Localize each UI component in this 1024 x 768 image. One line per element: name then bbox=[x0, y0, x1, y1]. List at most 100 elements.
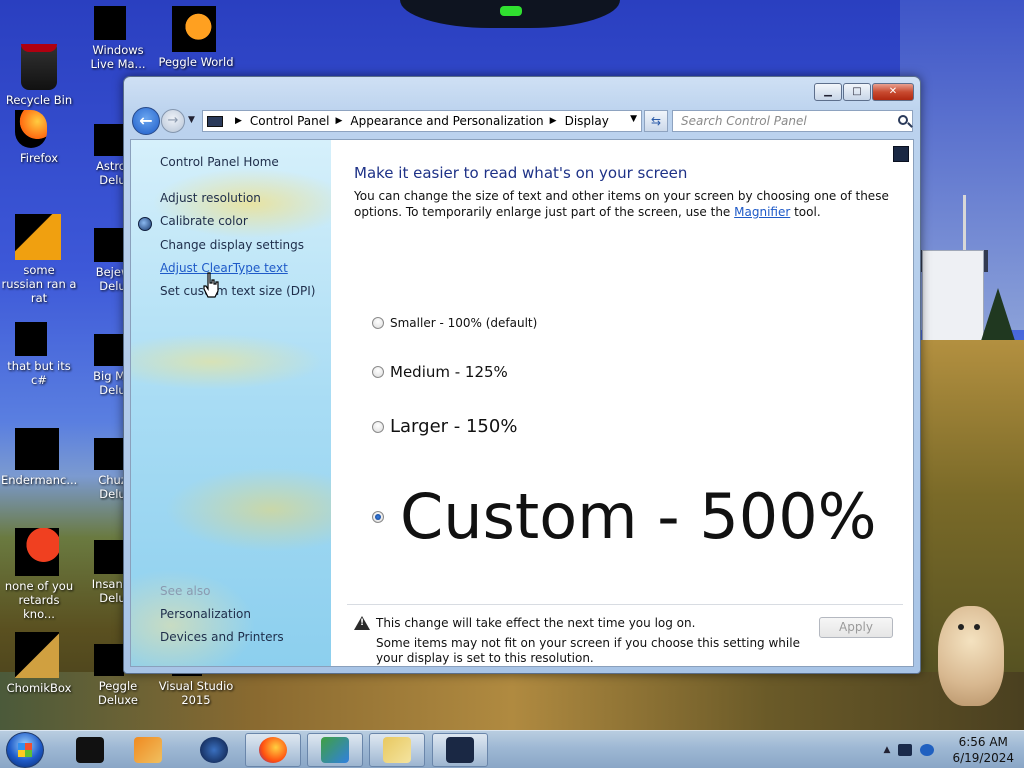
forward-button[interactable]: → bbox=[161, 109, 185, 133]
custom-radio[interactable] bbox=[372, 511, 384, 523]
maximize-button[interactable]: □ bbox=[843, 83, 871, 101]
taskbar-item-users[interactable] bbox=[307, 733, 363, 767]
desktop-icon-windows-live[interactable]: Windows Live Ma... bbox=[80, 6, 156, 71]
breadcrumb-separator-icon[interactable]: ▶ bbox=[336, 116, 343, 126]
windows-live-icon bbox=[94, 6, 126, 40]
globe-icon bbox=[200, 737, 228, 763]
calibrate-color-link[interactable]: Calibrate color bbox=[160, 214, 248, 228]
start-button[interactable] bbox=[6, 732, 44, 768]
firefox-icon bbox=[259, 737, 287, 763]
taskbar-item-firefox[interactable] bbox=[245, 733, 301, 767]
display-tray-icon[interactable] bbox=[898, 744, 913, 756]
clock[interactable]: 6:56 AM 6/19/2024 bbox=[952, 734, 1014, 766]
help-icon[interactable] bbox=[893, 146, 909, 162]
recycle-bin-icon bbox=[21, 44, 57, 90]
close-button[interactable]: ✕ bbox=[872, 83, 914, 101]
media-player-icon bbox=[134, 737, 162, 763]
taskbar-item-control-panel[interactable] bbox=[432, 733, 488, 767]
address-bar[interactable]: ▶ Control Panel ▶ Appearance and Persona… bbox=[202, 110, 642, 132]
minimize-button[interactable]: ▁ bbox=[814, 83, 842, 101]
desktop-icon-endermanc[interactable]: Endermanc... bbox=[1, 428, 77, 487]
breadcrumb-appearance[interactable]: Appearance and Personalization bbox=[350, 114, 543, 128]
larger-radio[interactable] bbox=[372, 420, 384, 433]
taskbar-item-app1[interactable] bbox=[62, 733, 118, 767]
task-pane: Control Panel Home Adjust resolution Cal… bbox=[131, 140, 331, 666]
game-icon bbox=[94, 438, 124, 470]
desktop-icon-label: Endermanc... bbox=[1, 473, 78, 487]
breadcrumb-separator-icon[interactable]: ▶ bbox=[550, 116, 557, 126]
breadcrumb-separator-icon[interactable]: ▶ bbox=[235, 116, 242, 126]
taskbar-item-explorer[interactable] bbox=[369, 733, 425, 767]
desktop-icon-label: Windows Live Ma... bbox=[90, 43, 146, 71]
desktop-icon-label: none of you retards kno... bbox=[4, 579, 74, 621]
desktop-icon-firefox[interactable]: Firefox bbox=[1, 110, 77, 165]
address-dropdown-chevron-down-icon[interactable]: ▼ bbox=[630, 114, 637, 124]
app-icon bbox=[76, 737, 104, 763]
desktop-icon-label: Firefox bbox=[19, 151, 59, 165]
desktop-icon-chomikbox[interactable]: ChomikBox bbox=[1, 632, 77, 695]
back-button[interactable]: ← bbox=[132, 107, 160, 135]
taskbar-item-globe[interactable] bbox=[186, 733, 242, 767]
desktop-icon-recycle-bin[interactable]: Recycle Bin bbox=[1, 6, 77, 107]
adjust-resolution-link[interactable]: Adjust resolution bbox=[160, 191, 261, 205]
resolution-note: Some items may not fit on your screen if… bbox=[376, 636, 800, 665]
adjust-cleartype-text-link[interactable]: Adjust ClearType text bbox=[160, 261, 288, 275]
search-input[interactable]: Search Control Panel bbox=[672, 110, 913, 132]
option-larger[interactable]: Larger - 150% bbox=[372, 416, 517, 437]
control-panel-home-link[interactable]: Control Panel Home bbox=[160, 155, 279, 169]
app-icon bbox=[15, 528, 59, 576]
smaller-radio[interactable] bbox=[372, 317, 384, 329]
shortcut-icon bbox=[15, 322, 47, 356]
option-label: Larger - 150% bbox=[390, 416, 518, 437]
breadcrumb-control-panel[interactable]: Control Panel bbox=[250, 114, 330, 128]
main-pane: Make it easier to read what's on your sc… bbox=[331, 140, 913, 666]
personalization-link[interactable]: Personalization bbox=[160, 607, 251, 621]
taskbar-item-media-player[interactable] bbox=[120, 733, 176, 767]
see-also-heading: See also bbox=[160, 584, 211, 598]
calibrate-color-icon bbox=[138, 217, 152, 231]
page-title: Make it easier to read what's on your sc… bbox=[354, 164, 688, 182]
search-icon[interactable] bbox=[898, 115, 908, 125]
medium-radio[interactable] bbox=[372, 366, 384, 378]
option-medium[interactable]: Medium - 125% bbox=[372, 363, 508, 381]
magnifier-link[interactable]: Magnifier bbox=[734, 205, 790, 219]
refresh-button[interactable]: ⇆ bbox=[644, 110, 668, 132]
navigation-bar: ← → ▼ ▶ Control Panel ▶ Appearance and P… bbox=[132, 107, 914, 135]
clock-date: 6/19/2024 bbox=[952, 751, 1014, 765]
desktop-icon-label: Peggle World bbox=[158, 55, 234, 69]
page-description: You can change the size of text and othe… bbox=[354, 188, 894, 220]
warning-icon bbox=[354, 616, 370, 630]
recent-pages-chevron-down-icon[interactable]: ▼ bbox=[188, 115, 195, 125]
control-panel-window: ▁ □ ✕ ← → ▼ ▶ Control Panel ▶ Appearance… bbox=[123, 76, 921, 674]
devices-and-printers-link[interactable]: Devices and Printers bbox=[160, 630, 284, 644]
desktop-icon-some-russian[interactable]: some russian ran a rat bbox=[1, 214, 77, 305]
set-custom-text-size-link[interactable]: Set custom text size (DPI) bbox=[160, 284, 315, 298]
control-panel-icon bbox=[446, 737, 474, 763]
desktop-icon-peggle-world[interactable]: Peggle World bbox=[158, 6, 234, 69]
clock-time: 6:56 AM bbox=[958, 735, 1008, 749]
option-label: Smaller - 100% (default) bbox=[390, 316, 538, 330]
app-icon bbox=[15, 428, 59, 470]
desktop-icon-label: ChomikBox bbox=[6, 681, 72, 695]
option-custom[interactable]: Custom - 500% bbox=[372, 482, 877, 552]
desktop-icon-none-of-you[interactable]: none of you retards kno... bbox=[1, 528, 77, 621]
option-smaller[interactable]: Smaller - 100% (default) bbox=[372, 316, 537, 330]
app-icon bbox=[15, 214, 61, 260]
show-hidden-icons-chevron-up-icon[interactable]: ▲ bbox=[884, 745, 891, 755]
desktop-icon-label: Visual Studio 2015 bbox=[158, 679, 234, 707]
window-controls: ▁ □ ✕ bbox=[814, 83, 914, 101]
content-area: Control Panel Home Adjust resolution Cal… bbox=[130, 139, 914, 667]
users-icon bbox=[321, 737, 349, 763]
breadcrumb-display[interactable]: Display bbox=[565, 114, 609, 128]
desktop-icon-label: some russian ran a rat bbox=[1, 263, 77, 305]
chomikbox-icon bbox=[15, 632, 59, 678]
change-display-settings-link[interactable]: Change display settings bbox=[160, 238, 304, 252]
firefox-icon bbox=[15, 110, 47, 148]
desktop-icon-label: that but its c# bbox=[7, 359, 71, 387]
network-tray-icon[interactable] bbox=[920, 744, 935, 756]
game-icon bbox=[94, 540, 124, 574]
apply-button[interactable]: Apply bbox=[819, 617, 893, 638]
desktop-icon-label: Peggle Deluxe bbox=[98, 679, 138, 707]
desktop-icon-that-but-its-c[interactable]: that but its c# bbox=[1, 322, 77, 387]
hand-cursor-icon bbox=[203, 272, 219, 298]
